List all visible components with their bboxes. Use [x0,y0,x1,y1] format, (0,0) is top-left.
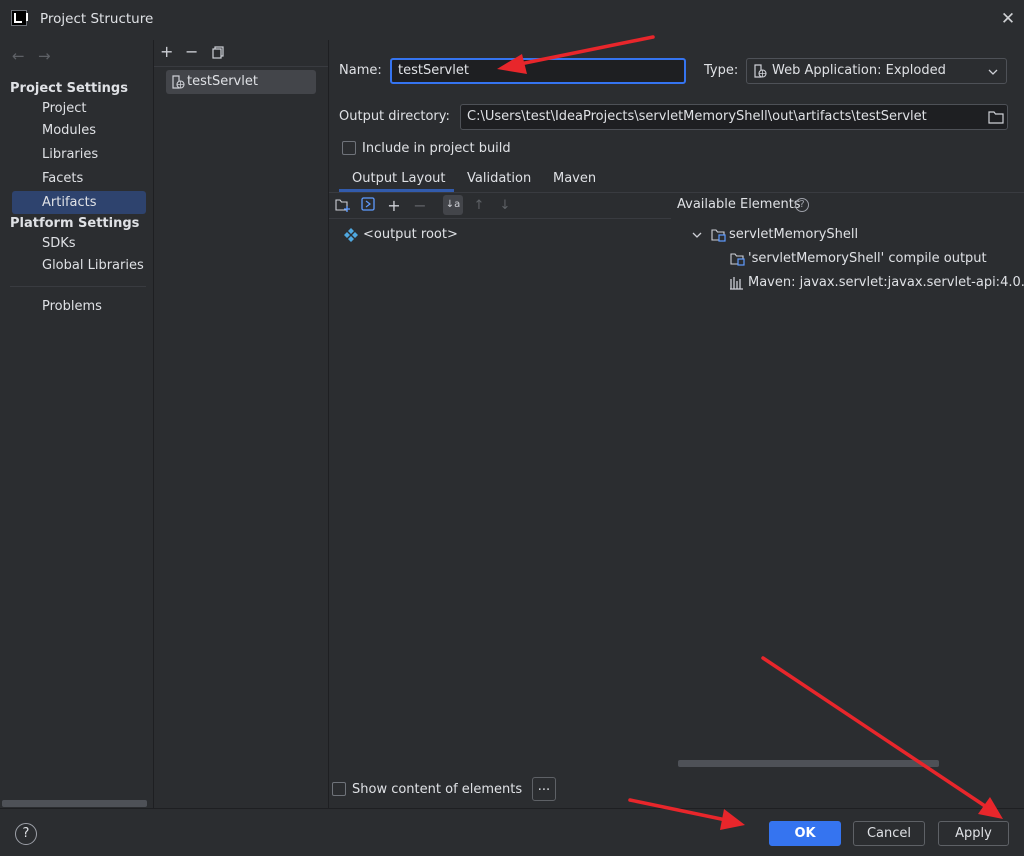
output-root-icon [344,228,358,242]
add-element-icon[interactable]: + [385,197,403,215]
help-button[interactable]: ? [15,823,37,845]
copy-icon[interactable] [212,46,225,59]
platform-settings-header: Platform Settings [10,216,140,231]
module-folder-icon [730,253,745,266]
include-in-build-checkbox[interactable] [342,141,356,155]
artifact-list-item[interactable]: testServlet [166,70,316,94]
remove-element-icon[interactable]: − [411,197,429,215]
library-icon [730,277,743,290]
output-root-node[interactable]: <output root> [363,227,458,242]
archive-icon[interactable] [361,197,375,211]
layout-toolbar-divider [329,218,671,219]
tab-output-layout[interactable]: Output Layout [352,171,445,186]
artifact-settings-panel: Name: testServlet Type: Web Application:… [329,40,1024,808]
available-elements-scrollbar[interactable] [678,760,939,767]
artifact-name: testServlet [187,74,258,89]
sidebar-item-global-libraries[interactable]: Global Libraries [42,258,144,273]
sidebar-item-sdks[interactable]: SDKs [42,236,76,251]
output-directory-label: Output directory: [339,109,450,124]
web-artifact-icon [172,75,185,89]
cancel-button[interactable]: Cancel [853,821,925,846]
apply-button[interactable]: Apply [938,821,1009,846]
name-label: Name: [339,63,382,78]
new-folder-icon[interactable] [335,198,351,212]
sidebar-item-facets[interactable]: Facets [42,171,83,186]
move-down-icon[interactable]: ↓ [496,197,514,215]
chevron-down-icon[interactable] [692,230,702,240]
type-select-value: Web Application: Exploded [772,63,946,78]
include-in-build-label: Include in project build [362,141,511,156]
sidebar-divider [10,286,146,287]
arrow-right-icon[interactable]: → [38,47,51,65]
chevron-down-icon [988,69,998,75]
sidebar-item-libraries[interactable]: Libraries [42,147,98,162]
sidebar-item-artifacts[interactable]: Artifacts [42,195,97,210]
tree-item-module[interactable]: servletMemoryShell [729,227,858,242]
tabs-divider [329,192,1024,193]
ok-button[interactable]: OK [769,821,841,846]
show-content-label: Show content of elements [352,782,523,797]
folder-icon[interactable] [988,110,1004,124]
sidebar-scrollbar[interactable] [2,800,147,807]
remove-icon[interactable]: − [185,42,198,61]
project-settings-header: Project Settings [10,81,128,96]
more-options-button[interactable]: ... [532,777,556,801]
web-artifact-icon [754,64,767,78]
sort-alpha-icon[interactable]: ↓a [443,195,463,215]
dialog-button-bar: ? OK Cancel Apply [0,808,1024,856]
type-select[interactable]: Web Application: Exploded [746,58,1007,84]
type-label: Type: [704,63,739,78]
available-elements-title: Available Elements [677,197,801,212]
intellij-logo-icon [11,10,28,26]
tab-validation[interactable]: Validation [467,171,531,186]
output-directory-input[interactable]: C:\Users\test\IdeaProjects\servletMemory… [460,104,1008,130]
artifact-name-input[interactable]: testServlet [390,58,686,84]
tree-item-compile-output[interactable]: 'servletMemoryShell' compile output [748,251,987,266]
move-up-icon[interactable]: ↑ [470,197,488,215]
show-content-checkbox[interactable] [332,782,346,796]
toolbar-divider [154,66,328,67]
settings-sidebar: ← → Project Settings Project Modules Lib… [0,40,153,808]
arrow-left-icon[interactable]: ← [12,47,25,65]
window-title: Project Structure [40,11,154,27]
sidebar-item-project[interactable]: Project [42,101,86,116]
module-folder-icon [711,229,726,242]
tree-item-maven-library[interactable]: Maven: javax.servlet:javax.servlet-api:4… [748,275,1024,290]
tab-maven[interactable]: Maven [553,171,596,186]
close-icon[interactable]: ✕ [1000,10,1016,28]
artifacts-list-panel: + − testServlet [154,40,328,808]
add-icon[interactable]: + [160,42,173,61]
title-bar: Project Structure ✕ [0,0,1024,40]
help-icon[interactable]: ? [795,198,809,212]
sidebar-item-modules[interactable]: Modules [42,123,96,138]
sidebar-item-problems[interactable]: Problems [42,299,102,314]
